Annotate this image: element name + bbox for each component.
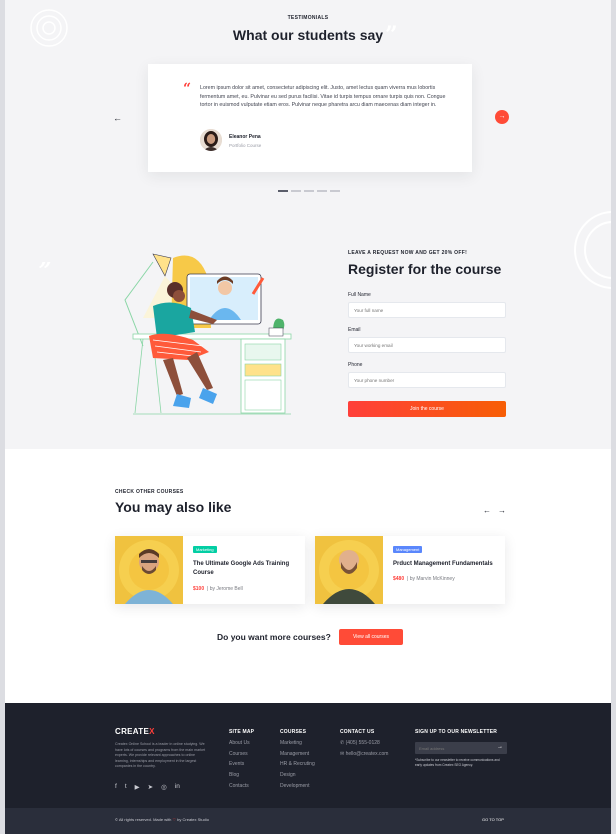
footer-link[interactable]: Contacts — [229, 781, 250, 792]
footer-link[interactable]: Events — [229, 759, 250, 770]
go-to-top-link[interactable]: GO TO TOP — [482, 817, 504, 822]
copyright: © All rights reserved. Made with ♡ by Cr… — [115, 817, 209, 822]
testimonial-quote: Lorem ipsum dolor sit amet, consectetur … — [200, 85, 446, 109]
footer-link[interactable]: HR & Recruting — [280, 759, 315, 770]
decorative-circles-right — [574, 211, 611, 289]
course-card[interactable]: Management Prduct Management Fundamental… — [315, 536, 505, 604]
page: ” ” TESTIMONIALS What our students say ←… — [5, 0, 611, 834]
newsletter-email-input[interactable] — [415, 742, 495, 754]
footer-link[interactable]: Marketing — [280, 738, 315, 749]
testimonial-next-button[interactable]: → — [495, 110, 509, 124]
heart-icon: ♡ — [172, 817, 177, 822]
course-author: | by Jerome Bell — [207, 586, 243, 592]
more-courses-question: Do you want more courses? — [217, 632, 331, 642]
email-link[interactable]: ✉ hello@createx.com — [340, 749, 388, 760]
courses-eyebrow: CHECK OTHER COURSES — [115, 489, 184, 495]
facebook-icon[interactable]: f — [115, 783, 117, 791]
footer-logo[interactable]: CREATEX — [115, 727, 155, 736]
courses-next-button[interactable]: → — [498, 506, 506, 515]
footer-link[interactable]: Management — [280, 749, 315, 760]
contact-list: ✆ (405) 555-0128 ✉ hello@createx.com — [340, 738, 388, 759]
contact-heading: CONTACT US — [340, 729, 375, 735]
testimonials-eyebrow: TESTIMONIALS — [287, 15, 329, 21]
testimonial-prev-button[interactable]: ← — [113, 113, 122, 123]
twitter-icon[interactable]: t — [125, 783, 127, 791]
course-price: $480 — [393, 576, 405, 582]
carousel-dot[interactable] — [317, 190, 327, 192]
decorative-quotes-left: ” — [33, 258, 54, 284]
course-title: Prduct Management Fundamentals — [393, 561, 493, 567]
register-eyebrow: LEAVE A REQUEST NOW AND GET 20% OFF! — [348, 250, 468, 256]
social-links: f t ▶ ➤ ◎ in — [115, 783, 180, 791]
footer-link[interactable]: Courses — [229, 749, 250, 760]
courses-links: Marketing Management HR & Recruting Desi… — [280, 738, 315, 792]
courses-heading: COURSES — [280, 729, 307, 735]
carousel-dot[interactable] — [291, 190, 301, 192]
course-card[interactable]: Marketing The Ultimate Google Ads Traini… — [115, 536, 305, 604]
newsletter-heading: SIGN UP TO OUR NEWSLETTER — [415, 729, 498, 735]
course-image — [315, 536, 383, 604]
carousel-dot[interactable] — [304, 190, 314, 192]
site-map-links: About Us Courses Events Blog Contacts — [229, 738, 250, 792]
telegram-icon[interactable]: ➤ — [148, 783, 153, 791]
phone-label: Phone — [348, 362, 363, 368]
footer-bottom-bar — [5, 808, 611, 834]
carousel-dot[interactable] — [278, 190, 288, 192]
footer-link[interactable]: About Us — [229, 738, 250, 749]
testimonial-card — [148, 64, 472, 172]
testimonials-title: What our students say — [232, 27, 384, 43]
course-badge: Marketing — [193, 546, 217, 553]
testimonial-author-name: Eleanor Pena — [229, 134, 261, 140]
full-name-field[interactable] — [348, 302, 506, 318]
course-badge: Management — [393, 546, 423, 553]
email-label: Email — [348, 327, 361, 333]
linkedin-icon[interactable]: in — [175, 783, 180, 791]
footer-link[interactable]: Design — [280, 770, 315, 781]
footer-link[interactable]: Development — [280, 781, 315, 792]
view-all-courses-button[interactable]: View all courses — [339, 629, 403, 645]
courses-title: You may also like — [115, 499, 232, 515]
carousel-dots — [278, 190, 340, 192]
phone-link[interactable]: ✆ (405) 555-0128 — [340, 738, 388, 749]
courses-section — [5, 449, 611, 703]
footer-about-text: Createx Online School is a leader in onl… — [115, 742, 206, 768]
course-image — [115, 536, 183, 604]
site-map-heading: SITE MAP — [229, 729, 255, 735]
courses-prev-button[interactable]: ← — [483, 506, 491, 515]
phone-field[interactable] — [348, 372, 506, 388]
testimonial-author-role: Portfolio Course — [229, 143, 262, 148]
carousel-dot[interactable] — [330, 190, 340, 192]
newsletter-submit-icon[interactable]: → — [497, 744, 503, 750]
newsletter-form: → — [415, 742, 507, 754]
join-course-button[interactable]: Join the course — [348, 401, 506, 417]
footer-link[interactable]: Blog — [229, 770, 250, 781]
instagram-icon[interactable]: ◎ — [161, 783, 167, 791]
student-illustration — [124, 253, 292, 415]
quote-icon: “ — [183, 81, 192, 97]
course-price: $100 — [193, 586, 205, 592]
newsletter-note: *Subscribe to our newsletter to receive … — [415, 758, 500, 767]
course-author: | by Marvin McKinney — [407, 576, 455, 582]
email-field[interactable] — [348, 337, 506, 353]
course-title: The Ultimate Google Ads Training Course — [193, 561, 290, 576]
youtube-icon[interactable]: ▶ — [135, 783, 140, 791]
register-title: Register for the course — [348, 261, 502, 277]
avatar — [200, 129, 222, 151]
full-name-label: Full Name — [348, 292, 371, 298]
